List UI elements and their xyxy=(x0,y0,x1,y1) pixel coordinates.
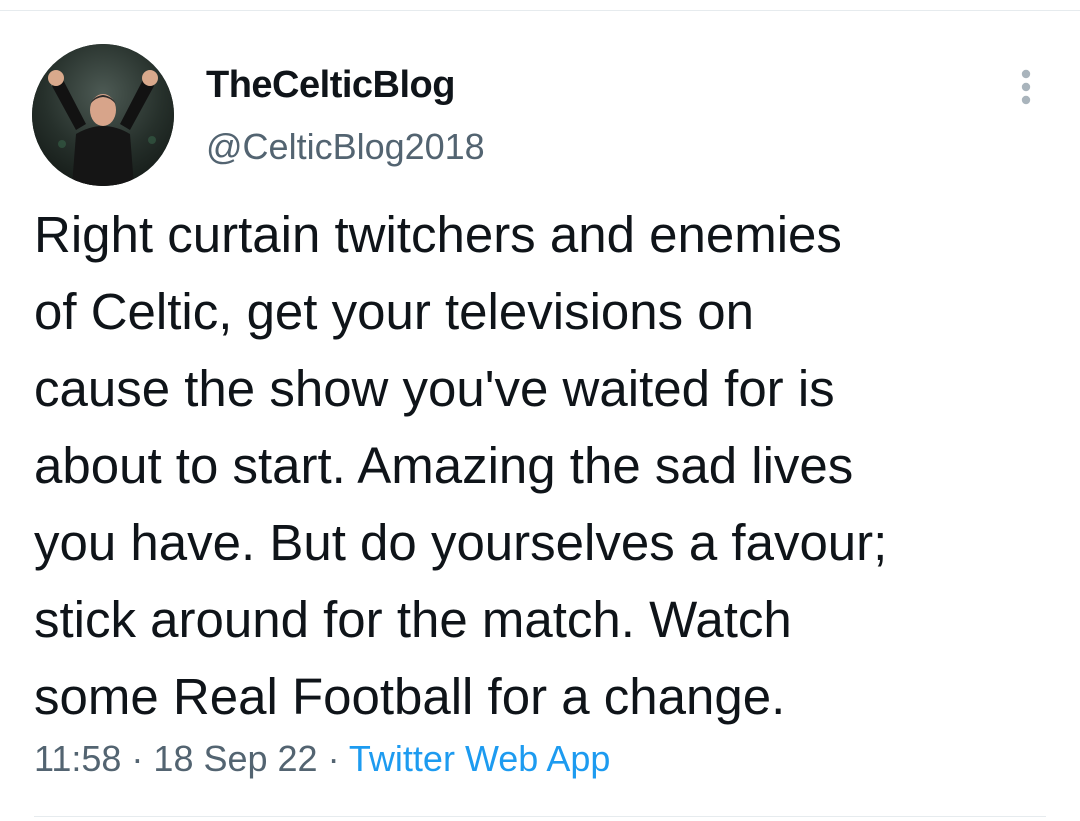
meta-separator: · xyxy=(121,738,154,779)
bottom-divider xyxy=(34,816,1046,817)
tweet-source-link[interactable]: Twitter Web App xyxy=(349,738,610,779)
tweet-text: Right curtain twitchers and enemies of C… xyxy=(34,206,888,725)
tweet-time[interactable]: 11:58 xyxy=(34,738,121,779)
tweet: TheCelticBlog @CelticBlog2018 Right curt… xyxy=(0,0,1080,821)
meta-separator: · xyxy=(317,738,349,779)
tweet-date[interactable]: 18 Sep 22 xyxy=(153,738,317,779)
user-display-name[interactable]: TheCelticBlog xyxy=(206,64,455,107)
more-button[interactable] xyxy=(1006,64,1046,110)
avatar-image xyxy=(32,44,174,186)
user-handle[interactable]: @CelticBlog2018 xyxy=(206,126,485,168)
tweet-metadata: 11:58 · 18 Sep 22 · Twitter Web App xyxy=(34,738,610,780)
avatar[interactable] xyxy=(32,44,174,186)
more-vertical-icon xyxy=(1021,69,1031,105)
